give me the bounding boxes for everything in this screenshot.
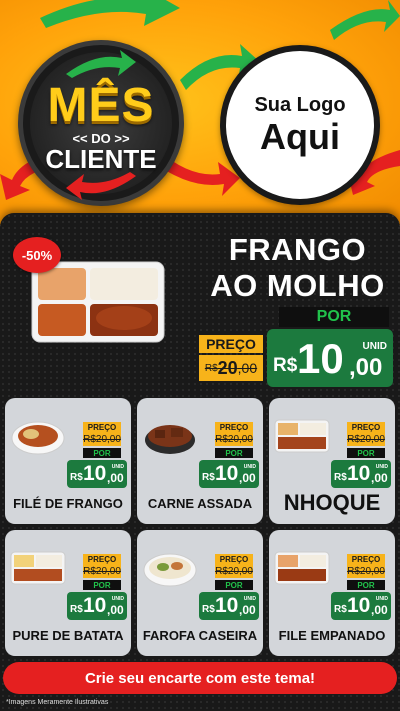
por-label: POR	[215, 580, 253, 590]
old-price: R$20,00	[347, 564, 385, 578]
por-label: POR	[347, 580, 385, 590]
featured-por-label: POR	[279, 307, 389, 327]
discount-badge: -50%	[13, 237, 61, 273]
badge-title-cliente: CLIENTE	[45, 144, 157, 174]
bowl-meat-icon	[145, 425, 195, 454]
featured-preco-label: PREÇO	[199, 335, 263, 353]
por-label: POR	[83, 448, 121, 458]
product-card[interactable]: PREÇO R$20,00 POR R$ 10,00 UNID FILÉ DE FR…	[5, 398, 131, 524]
mes-do-cliente-badge: MÊS << DO >> CLIENTE	[18, 40, 184, 206]
featured-old-price: R$ 20,00	[199, 355, 263, 381]
green-arrow-icon	[40, 0, 180, 28]
featured-price: R$ 10 ,00 UNID	[267, 329, 393, 387]
flyer: MÊS << DO >> CLIENTE Sua Logo Aqui -50% …	[0, 0, 400, 711]
red-arrow-icon	[66, 172, 136, 200]
por-label: POR	[215, 448, 253, 458]
create-flyer-button[interactable]: Crie seu encarte com este tema!	[3, 662, 397, 694]
product-card[interactable]: PREÇO R$20,00 POR R$ 10,00 UNID FILE EMPAN…	[269, 530, 395, 656]
product-name: NHOQUE	[283, 490, 381, 515]
product-name: FILÉ DE FRANGO	[13, 496, 123, 511]
product-price: R$ 10,00 UNID	[331, 460, 391, 488]
product-price: R$ 10,00 UNID	[67, 592, 127, 620]
old-price: R$20,00	[83, 564, 121, 578]
featured-product-title: FRANGO AO MOLHO	[210, 232, 385, 303]
preco-label: PREÇO	[347, 554, 385, 564]
old-price: R$20,00	[83, 432, 121, 446]
preco-label: PREÇO	[215, 422, 253, 432]
product-name: FAROFA CASEIRA	[142, 628, 258, 643]
product-name: PURE DE BATATA	[12, 628, 124, 643]
product-price: R$ 10,00 UNID	[199, 460, 259, 488]
green-arrow-icon	[66, 50, 136, 78]
por-label: POR	[347, 448, 385, 458]
old-price: R$20,00	[215, 564, 253, 578]
product-price: R$ 10,00 UNID	[331, 592, 391, 620]
product-price: R$ 10,00 UNID	[67, 460, 127, 488]
product-card[interactable]: PREÇO R$20,00 POR R$ 10,00 UNID PURE DE BA…	[5, 530, 131, 656]
green-arrow-icon	[330, 0, 400, 40]
logo-text-line2: Aqui	[260, 116, 340, 157]
tray-meal-icon	[10, 551, 66, 585]
old-price: R$20,00	[215, 432, 253, 446]
bowl-rice-icon	[143, 553, 197, 587]
tray-meal-icon	[274, 551, 330, 585]
bowl-chicken-icon	[11, 421, 65, 455]
disclaimer-note: *Imagens Meramente Ilustrativas	[6, 699, 109, 706]
product-name: CARNE ASSADA	[147, 496, 253, 511]
por-label: POR	[83, 580, 121, 590]
badge-title-mes: MÊS	[47, 79, 155, 132]
preco-label: PREÇO	[347, 422, 385, 432]
preco-label: PREÇO	[83, 422, 121, 432]
old-price: R$20,00	[347, 432, 385, 446]
product-name: FILE EMPANADO	[278, 628, 386, 643]
preco-label: PREÇO	[215, 554, 253, 564]
tray-meal-icon	[274, 419, 330, 453]
logo-placeholder[interactable]: Sua Logo Aqui	[220, 45, 380, 205]
logo-text-line1: Sua Logo	[254, 94, 346, 116]
header-background: MÊS << DO >> CLIENTE Sua Logo Aqui	[0, 0, 400, 225]
product-card[interactable]: PREÇO R$20,00 POR R$ 10,00 UNID FAROFA CAS…	[137, 530, 263, 656]
product-price: R$ 10,00 UNID	[199, 592, 259, 620]
product-card[interactable]: PREÇO R$20,00 POR R$ 10,00 UNID CARNE ASSA…	[137, 398, 263, 524]
preco-label: PREÇO	[83, 554, 121, 564]
product-card[interactable]: PREÇO R$20,00 POR R$ 10,00 UNID NHOQUE	[269, 398, 395, 524]
